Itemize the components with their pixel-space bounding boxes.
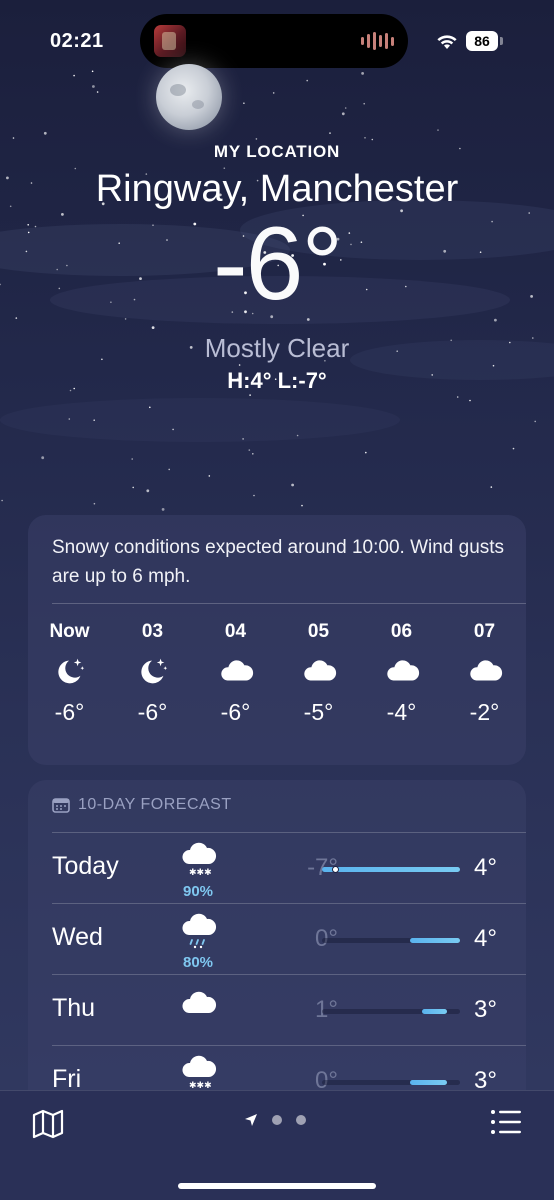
day-label: Today [52, 852, 119, 880]
battery-tip [500, 37, 503, 45]
temperature-range-fill [322, 867, 460, 872]
ten-day-title-text: 10-DAY FORECAST [78, 796, 232, 813]
cloud-icon [443, 643, 526, 699]
moon-image [156, 64, 222, 130]
high-temperature: 4° [474, 925, 497, 952]
bottom-toolbar [0, 1090, 554, 1200]
day-label: Wed [52, 923, 103, 951]
city-name: Ringway, Manchester [95, 168, 459, 210]
audio-waveform-icon [361, 32, 394, 50]
temperature-range-bar [322, 1080, 460, 1085]
moon-stars-icon [28, 643, 111, 699]
cloud-icon [277, 643, 360, 699]
page-dot [296, 1115, 306, 1125]
high-low: H:4° L:-7° [227, 368, 327, 393]
moon-stars-icon [111, 643, 194, 699]
page-indicator[interactable] [244, 1113, 306, 1127]
hourly-forecast-card[interactable]: Snowy conditions expected around 10:00. … [28, 515, 526, 765]
day-weather [176, 984, 220, 1027]
precip-chance: 90% [182, 883, 214, 900]
hourly-item: 07 -2° [443, 621, 526, 726]
daily-row[interactable]: Wed 80% 0° 4° [28, 903, 526, 973]
hour-label: Now [49, 621, 90, 642]
hourly-item: 03 -6° [111, 621, 194, 726]
hour-temperature: -2° [469, 699, 500, 725]
hour-label: 03 [141, 621, 164, 642]
hourly-item: Now -6° [28, 621, 111, 726]
day-weather: ✱✱✱ 90% [176, 842, 220, 900]
cloud-snow-icon: ✱✱✱ [179, 842, 217, 884]
map-icon[interactable] [32, 1109, 64, 1139]
page-dot [272, 1115, 282, 1125]
ten-day-forecast-card[interactable]: 10-DAY FORECAST Today✱✱✱90%-7°4°Wed80%0°… [28, 780, 526, 1120]
svg-text:✱✱✱: ✱✱✱ [189, 868, 212, 878]
hourly-item: 04 -6° [194, 621, 277, 726]
home-indicator[interactable] [178, 1183, 376, 1189]
hour-temperature: -6° [220, 699, 251, 725]
dynamic-island[interactable] [140, 14, 408, 68]
temperature-range-bar [322, 938, 460, 943]
calendar-icon [52, 798, 70, 813]
forecast-summary: Snowy conditions expected around 10:00. … [52, 537, 505, 587]
day-label: Thu [52, 994, 96, 1022]
temperature-range-fill [409, 1080, 448, 1085]
ten-day-title: 10-DAY FORECAST [52, 796, 232, 814]
list-icon[interactable] [490, 1109, 522, 1135]
hourly-item: 06 -4° [360, 621, 443, 726]
current-temp-dot [331, 866, 339, 873]
hour-temperature: -6° [54, 699, 85, 725]
status-bar: 02:21 86 [0, 0, 554, 80]
divider [52, 974, 526, 975]
hour-temperature: -5° [303, 699, 334, 725]
divider [52, 903, 526, 904]
hour-temperature: -6° [137, 699, 168, 725]
status-time: 02:21 [50, 30, 104, 52]
current-temperature: -6° [212, 206, 343, 322]
daily-row[interactable]: Today✱✱✱90%-7°4° [28, 832, 526, 902]
temperature-range-fill [409, 938, 460, 943]
hour-label: 05 [307, 621, 330, 642]
precip-chance: 80% [182, 954, 214, 971]
wifi-icon [437, 35, 457, 49]
daily-row[interactable]: Thu 1° 3° [28, 974, 526, 1044]
hour-label: 06 [390, 621, 413, 642]
current-condition: Mostly Clear [204, 333, 350, 363]
day-weather: 80% [176, 913, 220, 971]
high-temperature: 4° [474, 854, 497, 881]
divider [52, 1045, 526, 1046]
temperature-range-fill [422, 1009, 448, 1014]
hourly-list[interactable]: Now -6° 03 -6° 04 -6° 05 -5° 06 -4° 07 -2° [28, 621, 526, 726]
location-label: MY LOCATION [213, 142, 341, 161]
high-temperature: 3° [474, 996, 497, 1023]
hour-label: 07 [473, 621, 496, 642]
divider [52, 832, 526, 833]
cloud-icon [360, 643, 443, 699]
hourly-item: 05 -5° [277, 621, 360, 726]
battery-indicator: 86 [466, 31, 498, 51]
divider [52, 603, 526, 604]
now-playing-artwork [154, 25, 186, 57]
current-weather-header: MY LOCATION Ringway, Manchester -6° Most… [0, 142, 554, 394]
cloud-icon [179, 991, 217, 1026]
hour-temperature: -4° [386, 699, 417, 725]
hour-label: 04 [224, 621, 247, 642]
cloud-icon [194, 643, 277, 699]
temperature-range-bar [322, 866, 460, 873]
location-arrow-icon [245, 1114, 257, 1126]
cloud-sleet-icon [179, 913, 217, 955]
temperature-range-bar [322, 1009, 460, 1014]
